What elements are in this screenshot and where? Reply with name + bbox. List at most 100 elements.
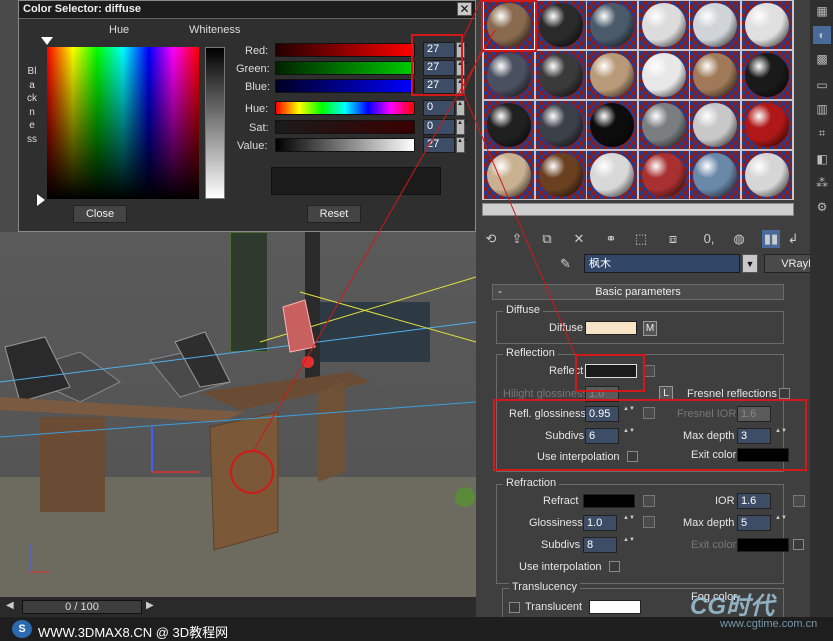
refr-subdivs-spinner[interactable]: ▲▼ [623, 537, 635, 553]
green-slider[interactable] [275, 61, 415, 75]
refract-color-swatch[interactable] [583, 494, 635, 508]
material-sphere [641, 153, 686, 197]
refr-max-depth-input[interactable]: 5 [737, 515, 771, 531]
material-id-number[interactable]: 0, [700, 230, 718, 248]
material-slot[interactable] [741, 151, 792, 199]
backlight-icon[interactable]: ◐ [813, 26, 831, 44]
hue-input[interactable]: 0 [423, 100, 455, 116]
make-unique-icon[interactable]: ⬚ [632, 230, 650, 248]
refr-max-depth-spinner[interactable]: ▲▼ [775, 515, 787, 531]
diffuse-color-swatch[interactable] [585, 321, 637, 335]
material-slot[interactable] [741, 1, 792, 49]
timeline-next-icon[interactable]: ▶ [146, 600, 154, 611]
refr-exit-color-swatch[interactable] [737, 538, 789, 552]
dialog-titlebar[interactable]: Color Selector: diffuse ✕ [19, 1, 475, 19]
material-slot[interactable] [741, 51, 792, 99]
material-slot[interactable] [535, 151, 586, 199]
3d-viewport[interactable] [0, 232, 476, 597]
hue-marker-icon[interactable] [41, 37, 53, 45]
refr-glossiness-input[interactable]: 1.0 [583, 515, 617, 531]
material-slot[interactable] [484, 101, 534, 149]
time-slider[interactable]: 0 / 100 [22, 600, 142, 614]
refract-map-button[interactable] [643, 495, 655, 507]
material-slot[interactable] [587, 51, 637, 99]
refr-subdivs-input[interactable]: 8 [583, 537, 617, 553]
material-name-dropdown[interactable]: ▼ [742, 254, 758, 273]
material-slot[interactable] [690, 51, 740, 99]
refr-max-depth-label: Max depth [683, 517, 735, 529]
material-slot[interactable] [638, 1, 689, 49]
blackness-marker-icon[interactable] [37, 194, 45, 206]
assign-material-icon[interactable]: ⧉ [538, 230, 556, 248]
uv-tiling-icon[interactable]: ▭ [813, 76, 831, 94]
material-slot[interactable] [535, 101, 586, 149]
material-slot[interactable] [535, 51, 586, 99]
fresnel-reflections-checkbox[interactable] [779, 388, 790, 399]
material-slot[interactable] [587, 1, 637, 49]
whiteness-bar[interactable] [205, 47, 225, 199]
material-slot[interactable] [638, 51, 689, 99]
sat-spinner[interactable]: ▲▼ [456, 119, 469, 135]
video-color-check-icon[interactable]: ▥ [813, 100, 831, 118]
translucent-color-swatch[interactable] [589, 600, 641, 614]
eyedropper-icon[interactable]: ✎ [560, 256, 571, 272]
material-slot[interactable] [690, 1, 740, 49]
material-slot[interactable] [690, 151, 740, 199]
red-slider[interactable] [275, 43, 415, 57]
value-spinner[interactable]: ▲▼ [456, 137, 469, 153]
material-slot[interactable] [484, 51, 534, 99]
timeline-prev-icon[interactable]: ◀ [6, 600, 14, 611]
refraction-group: Refraction Refract IOR 1.6 Glossiness 1.… [496, 477, 805, 584]
put-to-library-icon[interactable]: ⧈ [664, 230, 682, 248]
value-input[interactable]: 27 [423, 137, 455, 153]
whiteness-label: Whiteness [189, 24, 241, 36]
sample-type-icon[interactable]: ▦ [813, 2, 831, 20]
material-slot[interactable] [587, 151, 637, 199]
blue-slider[interactable] [275, 79, 415, 93]
reset-map-icon[interactable]: ✕ [570, 230, 588, 248]
ior-map-button[interactable] [793, 495, 805, 507]
material-sphere [538, 153, 583, 197]
sat-slider[interactable] [275, 120, 415, 134]
refr-glossiness-map-button[interactable] [643, 516, 655, 528]
go-to-parent-icon[interactable]: ↲ [784, 230, 802, 248]
value-slider[interactable] [275, 138, 415, 152]
material-slot[interactable] [587, 101, 637, 149]
refr-glossiness-spinner[interactable]: ▲▼ [623, 515, 635, 531]
slot-scrollbar[interactable] [482, 203, 794, 216]
get-material-icon[interactable]: ⟲ [482, 230, 500, 248]
hue-spinner[interactable]: ▲▼ [456, 100, 469, 116]
annotation-desk-circle [230, 450, 274, 494]
material-slot[interactable] [638, 101, 689, 149]
select-by-material-icon[interactable]: ⁂ [813, 174, 831, 192]
material-slot[interactable] [638, 151, 689, 199]
ior-input[interactable]: 1.6 [737, 493, 771, 509]
show-end-result-icon[interactable]: ▮▮ [762, 230, 780, 248]
material-navigator-icon[interactable]: ⚙ [813, 198, 831, 216]
background-icon[interactable]: ▩ [813, 50, 831, 68]
show-map-icon[interactable]: ◍ [730, 230, 748, 248]
make-copy-icon[interactable]: ⚭ [602, 230, 620, 248]
hue-blackness-picker[interactable] [47, 47, 199, 199]
diffuse-map-button[interactable]: M [643, 321, 657, 336]
hue-slider[interactable] [275, 101, 415, 115]
sat-input[interactable]: 0 [423, 119, 455, 135]
material-name-field[interactable]: 枫木 [584, 254, 740, 273]
translucent-checkbox[interactable] [509, 602, 520, 613]
material-slot[interactable] [535, 1, 586, 49]
options-icon[interactable]: ◧ [813, 150, 831, 168]
close-button[interactable]: Close [73, 205, 127, 223]
basic-parameters-rollout[interactable]: - Basic parameters [492, 284, 784, 300]
dialog-close-button[interactable]: ✕ [457, 2, 472, 16]
refr-exit-color-checkbox[interactable] [793, 539, 804, 550]
material-sphere [590, 103, 634, 147]
rollout-collapse-icon[interactable]: - [498, 285, 502, 299]
annotation-reflect-swatch [575, 354, 645, 392]
put-to-scene-icon[interactable]: ⇪ [508, 230, 526, 248]
material-slot[interactable] [690, 101, 740, 149]
refr-use-interpolation-checkbox[interactable] [609, 561, 620, 572]
reset-button[interactable]: Reset [307, 205, 361, 223]
make-preview-icon[interactable]: ⌗ [813, 124, 831, 142]
material-slot[interactable] [741, 101, 792, 149]
material-slot[interactable] [484, 151, 534, 199]
